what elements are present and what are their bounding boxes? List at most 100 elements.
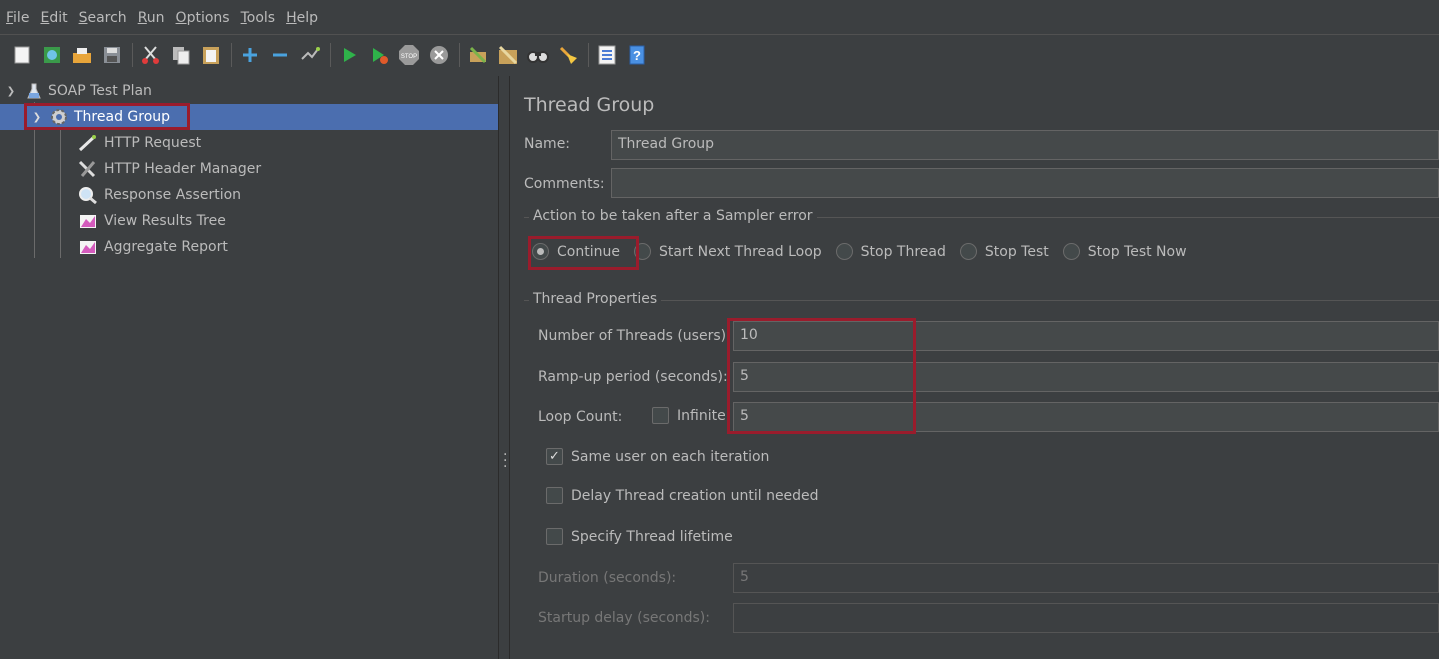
threads-label: Number of Threads (users): xyxy=(538,328,731,344)
same-user-checkbox[interactable]: ✓ Same user on each iteration xyxy=(546,448,769,465)
rampup-field[interactable]: 5 xyxy=(733,362,1439,392)
reset-search-icon[interactable] xyxy=(556,43,580,67)
shutdown-icon[interactable] xyxy=(427,43,451,67)
toolbar-separator xyxy=(459,42,460,67)
new-icon[interactable] xyxy=(10,43,34,67)
radio-label: Stop Test Now xyxy=(1087,243,1187,260)
radio-continue[interactable]: Continue xyxy=(532,243,620,260)
tree-item-label: Response Assertion xyxy=(104,187,242,203)
toolbar: STOP ? xyxy=(0,34,1439,74)
listener-icon xyxy=(78,212,98,230)
menu-file[interactable]: File xyxy=(6,10,29,26)
tree-item-header-manager[interactable]: HTTP Header Manager xyxy=(78,156,261,182)
test-plan-tree: ❯ SOAP Test Plan ❯ Thread Group HTTP Req… xyxy=(0,76,498,659)
checkmark-icon[interactable]: ✓ xyxy=(546,448,563,465)
menu-search[interactable]: Search xyxy=(79,10,127,26)
help-icon[interactable]: ? xyxy=(625,43,649,67)
toolbar-separator xyxy=(588,42,589,67)
checkbox-indicator[interactable] xyxy=(546,487,563,504)
menu-options[interactable]: Options xyxy=(176,10,230,26)
toolbar-separator xyxy=(132,42,133,67)
menu-label: elp xyxy=(296,9,319,26)
clear-icon[interactable] xyxy=(466,43,490,67)
radio-indicator[interactable] xyxy=(835,243,853,260)
drag-handle-icon[interactable]: · · · xyxy=(503,448,507,474)
menu-label: earch xyxy=(87,9,127,26)
radio-indicator[interactable] xyxy=(532,243,549,260)
start-no-pause-icon[interactable] xyxy=(367,43,391,67)
radio-start-next-thread-loop[interactable]: Start Next Thread Loop xyxy=(633,243,822,260)
infinite-checkbox[interactable]: Infinite xyxy=(652,407,726,424)
menu-tools[interactable]: Tools xyxy=(241,10,276,26)
radio-indicator[interactable] xyxy=(959,243,977,260)
menu-bar: File Edit Search Run Options Tools Help xyxy=(0,4,1439,31)
menu-run[interactable]: Run xyxy=(138,10,165,26)
save-icon[interactable] xyxy=(100,43,124,67)
sampler-error-options: Continue Start Next Thread Loop Stop Thr… xyxy=(532,243,1201,260)
tree-item-label: View Results Tree xyxy=(104,213,226,229)
tree-item-label: Thread Group xyxy=(74,109,171,125)
delay-thread-checkbox[interactable]: Delay Thread creation until needed xyxy=(546,487,819,504)
radio-indicator[interactable] xyxy=(633,243,651,260)
menu-help[interactable]: Help xyxy=(286,10,318,26)
svg-text:STOP: STOP xyxy=(401,54,417,60)
menu-mnemonic: R xyxy=(137,9,147,26)
menu-edit[interactable]: Edit xyxy=(40,10,67,26)
tree-item-label: HTTP Header Manager xyxy=(104,161,262,177)
thread-lifetime-checkbox[interactable]: Specify Thread lifetime xyxy=(546,528,733,545)
action-group-title: Action to be taken after a Sampler error xyxy=(529,208,817,224)
threads-field[interactable]: 10 xyxy=(733,321,1439,351)
tree-item-label: HTTP Request xyxy=(104,135,202,151)
loop-count-field[interactable]: 5 xyxy=(733,402,1439,432)
templates-icon[interactable] xyxy=(40,43,64,67)
page-title: Thread Group xyxy=(524,94,655,116)
tree-item-http-request[interactable]: HTTP Request xyxy=(78,130,201,156)
menu-label: ile xyxy=(13,9,30,26)
radio-stop-test[interactable]: Stop Test xyxy=(959,243,1049,260)
checkbox-label: Specify Thread lifetime xyxy=(571,528,733,545)
menu-label: ools xyxy=(246,9,276,26)
duration-label: Duration (seconds): xyxy=(538,570,677,586)
name-field[interactable]: Thread Group xyxy=(611,130,1439,160)
toolbar-separator xyxy=(330,42,331,67)
radio-indicator[interactable] xyxy=(1062,243,1080,260)
radio-label: Start Next Thread Loop xyxy=(658,243,822,260)
cut-icon[interactable] xyxy=(139,43,163,67)
tree-guide-line xyxy=(60,128,61,258)
chevron-down-icon[interactable]: ❯ xyxy=(4,84,18,98)
open-icon[interactable] xyxy=(70,43,94,67)
comments-label: Comments: xyxy=(524,176,605,192)
menu-label: dit xyxy=(49,9,68,26)
checkbox-indicator[interactable] xyxy=(652,407,669,424)
radio-stop-thread[interactable]: Stop Thread xyxy=(835,243,946,260)
thread-properties-border xyxy=(524,300,1439,301)
header-manager-icon xyxy=(78,160,98,178)
clear-all-icon[interactable] xyxy=(496,43,520,67)
tree-item-response-assertion[interactable]: Response Assertion xyxy=(78,182,241,208)
toggle-icon[interactable] xyxy=(298,43,322,67)
paste-icon[interactable] xyxy=(199,43,223,67)
radio-stop-test-now[interactable]: Stop Test Now xyxy=(1062,243,1187,260)
thread-properties-title: Thread Properties xyxy=(529,291,662,307)
http-request-icon xyxy=(78,134,98,152)
collapse-icon[interactable] xyxy=(268,43,292,67)
tree-item-thread-group[interactable]: ❯ Thread Group xyxy=(0,104,498,130)
copy-icon[interactable] xyxy=(169,43,193,67)
thread-group-icon xyxy=(50,108,68,126)
tree-item-aggregate-report[interactable]: Aggregate Report xyxy=(78,234,228,260)
tree-item-test-plan[interactable]: ❯ SOAP Test Plan xyxy=(4,78,152,104)
radio-label: Stop Test xyxy=(984,243,1049,260)
comments-field[interactable] xyxy=(611,168,1439,198)
menu-label: un xyxy=(146,9,165,26)
start-icon[interactable] xyxy=(337,43,361,67)
search-icon[interactable] xyxy=(526,43,550,67)
function-helper-icon[interactable] xyxy=(595,43,619,67)
stop-icon[interactable]: STOP xyxy=(397,43,421,67)
menu-mnemonic: F xyxy=(6,9,14,26)
split-pane-divider[interactable]: · · · xyxy=(498,76,510,659)
menu-mnemonic: H xyxy=(286,9,297,26)
expand-icon[interactable] xyxy=(238,43,262,67)
checkbox-indicator[interactable] xyxy=(546,528,563,545)
tree-item-view-results-tree[interactable]: View Results Tree xyxy=(78,208,226,234)
chevron-down-icon[interactable]: ❯ xyxy=(30,110,44,124)
